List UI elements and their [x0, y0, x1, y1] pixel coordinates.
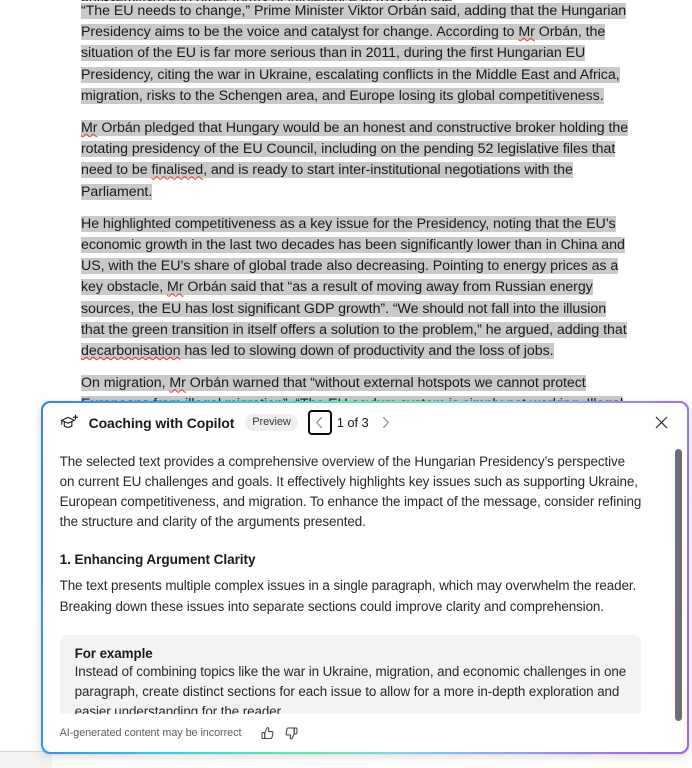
thumbs-up-button[interactable]	[257, 723, 277, 743]
document-text-body[interactable]: anti-semitism and other forms of intoler…	[81, 0, 629, 448]
previous-suggestion-button[interactable]	[307, 410, 332, 436]
suggestion-pager: 1 of 3	[307, 410, 397, 436]
chevron-left-icon	[314, 416, 325, 429]
close-panel-button[interactable]	[649, 411, 673, 435]
coaching-with-copilot-panel[interactable]: Coaching with Copilot Preview 1 of 3 The…	[41, 401, 689, 754]
ai-disclaimer-text: AI-generated content may be incorrect	[59, 727, 242, 740]
coaching-panel-body[interactable]: The selected text provides a comprehensi…	[43, 443, 688, 715]
document-paragraph-2[interactable]: Mr Orbán pledged that Hungary would be a…	[81, 118, 629, 203]
document-paragraph-3[interactable]: He highlighted competitiveness as a key …	[81, 214, 629, 362]
example-callout-title: For example	[74, 645, 153, 661]
document-paragraph-1-text: “The EU needs to change,” Prime Minister…	[81, 3, 627, 104]
next-suggestion-button[interactable]	[375, 412, 397, 434]
coaching-panel-inner: Coaching with Copilot Preview 1 of 3 The…	[42, 402, 688, 753]
scrollbar-thumb[interactable]	[675, 448, 683, 721]
document-paragraph-3-text: He highlighted competitiveness as a key …	[81, 215, 627, 360]
app-root: anti-semitism and other forms of intoler…	[0, 0, 692, 768]
document-paragraph-1[interactable]: “The EU needs to change,” Prime Minister…	[81, 1, 629, 107]
example-callout-text: Instead of combining topics like the war…	[74, 663, 627, 715]
coaching-panel-footer: AI-generated content may be incorrect	[43, 714, 688, 752]
suggestion-counter: 1 of 3	[336, 415, 369, 431]
coaching-panel-header: Coaching with Copilot Preview 1 of 3	[43, 403, 688, 443]
graduation-cap-sparkle-icon	[60, 413, 79, 432]
preview-badge: Preview	[245, 414, 298, 432]
chevron-right-icon	[380, 416, 391, 429]
suggestion-heading: 1. Enhancing Argument Clarity	[59, 552, 256, 568]
suggestion-body-text: The text presents multiple complex issue…	[59, 578, 637, 614]
document-paragraph-2-text: Mr Orbán pledged that Hungary would be a…	[81, 120, 629, 200]
thumbs-down-button[interactable]	[281, 723, 301, 743]
coaching-panel-scrollbar[interactable]	[675, 447, 683, 721]
document-page-gutter	[0, 752, 52, 768]
example-callout: For example Instead of combining topics …	[59, 634, 641, 715]
coaching-summary-text: The selected text provides a comprehensi…	[59, 453, 642, 530]
coaching-panel-title: Coaching with Copilot	[88, 414, 235, 431]
thumbs-up-icon	[260, 726, 275, 741]
thumbs-down-icon	[284, 726, 299, 741]
close-icon	[655, 416, 668, 429]
